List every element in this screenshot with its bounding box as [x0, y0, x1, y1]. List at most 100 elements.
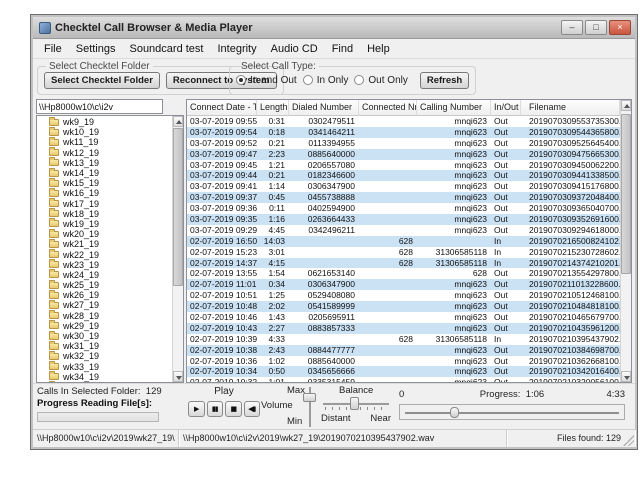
tree-item-wk14-19[interactable]: wk14_19 [37, 167, 172, 178]
table-row[interactable]: 02-07-2019 10:38:46 2:43 0884477777 mnqi623… [187, 344, 620, 356]
table-row[interactable]: 03-07-2019 09:55:37 0:31 0302479511 mnqi623… [187, 116, 620, 127]
tree-item-wk18-19[interactable]: wk18_19 [37, 208, 172, 219]
column-header-connect-date-time[interactable]: Connect Date - Time [187, 100, 257, 116]
menu-item-integrity[interactable]: Integrity [210, 41, 263, 57]
tree-item-wk22-19[interactable]: wk22_19 [37, 249, 172, 260]
table-row[interactable]: 02-07-2019 15:23:07 3:01 628 31306585118 In 2… [187, 247, 620, 258]
tree-item-wk24-19[interactable]: wk24_19 [37, 269, 172, 280]
maximize-button[interactable]: □ [585, 20, 607, 35]
table-row[interactable]: 03-07-2019 09:47:56 2:23 0885640000 mnqi623… [187, 148, 620, 160]
scroll-down-icon[interactable] [173, 371, 183, 382]
column-header-connected-nr-[interactable]: Connected Nr. [359, 100, 417, 116]
column-header-dialed-number[interactable]: Dialed Number [289, 100, 359, 116]
tree-item-wk23-19[interactable]: wk23_19 [37, 259, 172, 270]
table-row[interactable]: 02-07-2019 16:50:08 14:03 628 In 20190702165… [187, 235, 620, 247]
tree-item-wk12-19[interactable]: wk12_19 [37, 147, 172, 158]
tree-item-wk25-19[interactable]: wk25_19 [37, 279, 172, 290]
table-row[interactable]: 02-07-2019 10:36:26 1:02 0885640000 mnqi623… [187, 356, 620, 367]
radio-out-only[interactable]: Out Only [354, 75, 408, 86]
column-header-calling-number[interactable]: Calling Number [417, 100, 491, 116]
scroll-down-icon[interactable] [621, 371, 631, 382]
radio-in-only[interactable]: In Only [302, 75, 348, 86]
menu-item-audio-cd[interactable]: Audio CD [264, 41, 325, 57]
cell: 0883857333 [307, 322, 355, 333]
tree-item-wk19-19[interactable]: wk19_19 [37, 218, 172, 229]
pause-button[interactable]: ▮▮ [206, 401, 223, 417]
table-row[interactable]: 02-07-2019 10:43:59 2:27 0883857333 mnqi623… [187, 322, 620, 334]
table-scrollbar[interactable] [620, 100, 631, 382]
radio-icon [236, 75, 246, 85]
folder-icon [49, 218, 59, 228]
table-row[interactable]: 03-07-2019 09:54:43 0:18 0341464211 mnqi623… [187, 126, 620, 138]
tree-item-wk21-19[interactable]: wk21_19 [37, 238, 172, 249]
tree-item-wk26-19[interactable]: wk26_19 [37, 289, 172, 300]
tree-scrollbar[interactable] [172, 116, 183, 382]
table-row[interactable]: 03-07-2019 09:37:20 0:45 0455738888 mnqi623… [187, 192, 620, 204]
select-folder-button[interactable]: Select Checktel Folder [44, 71, 160, 89]
tree-item-wk15-19[interactable]: wk15_19 [37, 177, 172, 188]
tree-item-wk34-19[interactable]: wk34_19 [37, 371, 172, 382]
table-row[interactable]: 02-07-2019 10:34:20 0:50 0345656666 mnqi623… [187, 366, 620, 378]
tree-item-wk16-19[interactable]: wk16_19 [37, 187, 172, 198]
table-row[interactable]: 03-07-2019 09:29:46 4:45 0342496211 mnqi623… [187, 225, 620, 236]
play-button[interactable]: ▶ [188, 401, 205, 417]
cell: 2019070309441338500.wav [529, 170, 620, 181]
table-row[interactable]: 02-07-2019 13:55:42 1:54 0621653140 628 Out 2… [187, 268, 620, 279]
tree-item-wk13-19[interactable]: wk13_19 [37, 157, 172, 168]
stop-button[interactable]: ■ [225, 401, 242, 417]
column-header-filename[interactable]: Filename [521, 100, 620, 116]
menu-item-soundcard-test[interactable]: Soundcard test [122, 41, 210, 57]
tree-item-wk9-19[interactable]: wk9_19 [37, 117, 172, 127]
tree-item-wk20-19[interactable]: wk20_19 [37, 228, 172, 239]
tree-item-wk30-19[interactable]: wk30_19 [37, 330, 172, 341]
tree-item-wk33-19[interactable]: wk33_19 [37, 361, 172, 372]
minimize-button[interactable]: – [561, 20, 583, 35]
table-row[interactable]: 03-07-2019 09:52:56 0:21 0113394955 mnqi623… [187, 138, 620, 149]
column-header-in-out[interactable]: In/Out [491, 100, 521, 116]
progress-slider[interactable] [399, 404, 625, 420]
progress-slider-thumb[interactable] [449, 407, 459, 418]
table-row[interactable]: 02-07-2019 14:37:42 4:15 628 31306585118 In 2… [187, 257, 620, 269]
menu-item-settings[interactable]: Settings [69, 41, 123, 57]
menu-item-file[interactable]: File [37, 41, 69, 57]
radio-in-and-out[interactable]: In and Out [236, 75, 297, 86]
tree-item-wk32-19[interactable]: wk32_19 [37, 350, 172, 361]
tree-scrollbar-thumb[interactable] [173, 128, 183, 286]
scroll-up-icon[interactable] [173, 116, 183, 127]
scroll-up-icon[interactable] [621, 100, 631, 111]
volume-slider-thumb[interactable] [303, 393, 316, 402]
menu-item-help[interactable]: Help [360, 41, 397, 57]
table-row[interactable]: 03-07-2019 09:35:26 1:16 0263664433 mnqi623… [187, 214, 620, 225]
table-row[interactable]: 02-07-2019 10:32:001:010335315459 mnqi623… [187, 377, 620, 382]
table-row[interactable]: 02-07-2019 10:51:24 1:25 0529408080 mnqi623… [187, 290, 620, 301]
cell: mnqi623 [454, 203, 487, 214]
cell: 02-07-2019 10:46:56 [190, 312, 257, 323]
resize-grip[interactable] [623, 435, 634, 446]
tree-item-wk17-19[interactable]: wk17_19 [37, 198, 172, 209]
table-row[interactable]: 02-07-2019 10:39:54 4:33 628 31306585118 In 2… [187, 334, 620, 345]
tree-item-wk10-19[interactable]: wk10_19 [37, 126, 172, 137]
close-button[interactable]: × [609, 20, 631, 35]
balance-label: Balance [339, 385, 374, 396]
table-scrollbar-thumb[interactable] [621, 114, 631, 274]
table-row[interactable]: 03-07-2019 09:45:00 1:21 0206557080 mnqi623… [187, 160, 620, 171]
refresh-button[interactable]: Refresh [419, 71, 470, 89]
tree-item-wk27-19[interactable]: wk27_19 [37, 299, 172, 310]
menu-item-find[interactable]: Find [325, 41, 360, 57]
title-bar[interactable]: Checktel Call Browser & Media Player – □… [33, 17, 635, 39]
table-row[interactable]: 03-07-2019 09:41:51 1:14 0306347900 mnqi623… [187, 181, 620, 192]
tree-item-wk11-19[interactable]: wk11_19 [37, 136, 172, 147]
table-row[interactable]: 03-07-2019 09:44:13 0:21 0182346600 mnqi623… [187, 170, 620, 182]
table-row[interactable]: 02-07-2019 11:01:32 0:34 0306347900 mnqi623… [187, 279, 620, 291]
cell [359, 312, 417, 323]
table-row[interactable]: 02-07-2019 10:46:56 1:43 0205695911 mnqi623… [187, 312, 620, 323]
column-header-length[interactable]: Length [257, 100, 289, 116]
previous-button[interactable]: ◀▮ [243, 401, 260, 417]
table-row[interactable]: 02-07-2019 10:48:48 2:02 0541589999 mnqi623… [187, 301, 620, 313]
tree-item-wk28-19[interactable]: wk28_19 [37, 310, 172, 321]
table-row[interactable]: 03-07-2019 09:36:50 0:11 0402594900 mnqi623… [187, 203, 620, 214]
tree-item-wk29-19[interactable]: wk29_19 [37, 320, 172, 331]
tree-item-wk31-19[interactable]: wk31_19 [37, 340, 172, 351]
folder-path-input[interactable] [36, 99, 163, 114]
balance-slider-thumb[interactable] [350, 397, 359, 410]
